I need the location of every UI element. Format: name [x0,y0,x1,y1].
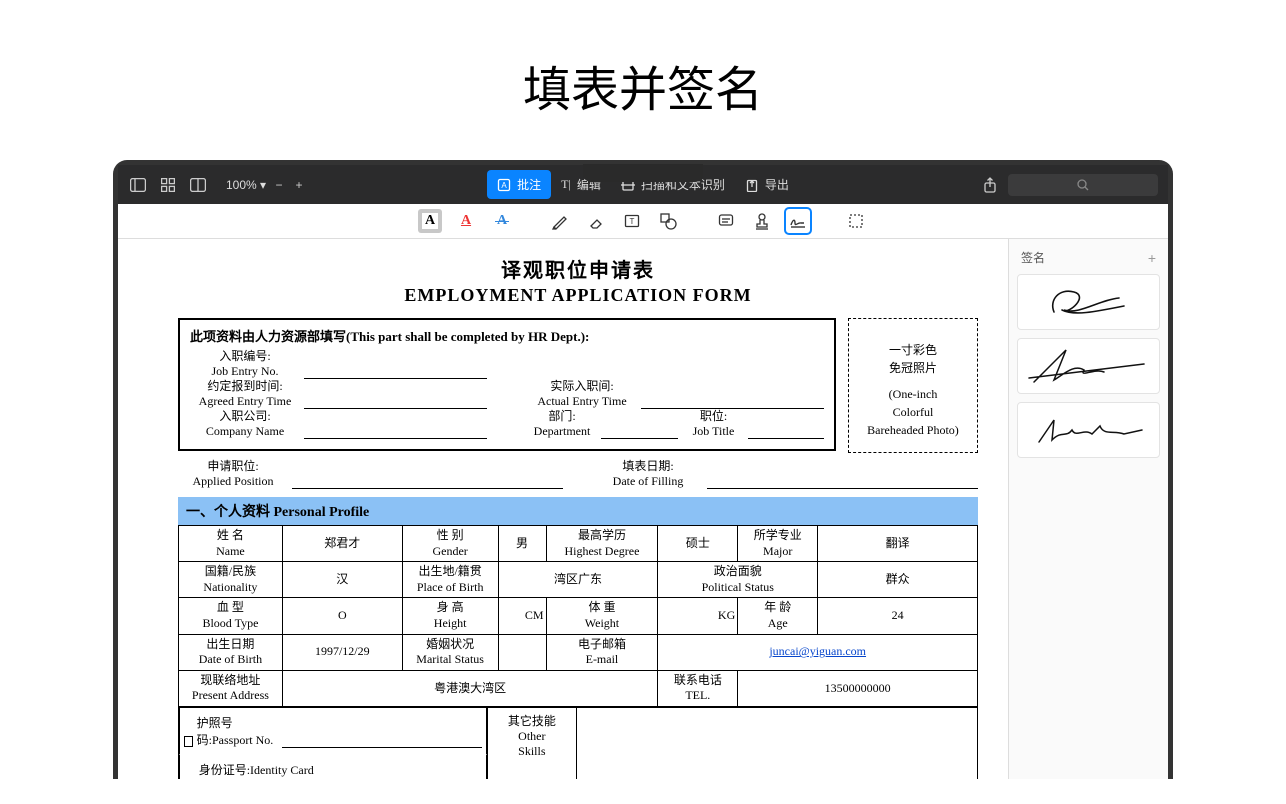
stamp-tool[interactable] [750,209,774,233]
signature-1[interactable] [1017,274,1160,330]
workspace: 译观职位申请表 EMPLOYMENT APPLICATION FORM 此项资料… [118,239,1168,779]
svg-text:A: A [501,181,507,190]
zoom-value[interactable]: 100% ▾ [226,178,266,192]
eraser-tool[interactable] [584,209,608,233]
value-political[interactable]: 群众 [818,562,978,598]
document-canvas[interactable]: 译观职位申请表 EMPLOYMENT APPLICATION FORM 此项资料… [118,239,1008,779]
value-nationality[interactable]: 汉 [282,562,402,598]
value-blood[interactable]: O [282,598,402,634]
value-weight[interactable]: KG [658,598,738,634]
value-major[interactable]: 翻译 [818,526,978,562]
select-area-tool[interactable] [844,209,868,233]
shape-tool[interactable] [656,209,680,233]
pen-tool[interactable] [548,209,572,233]
photo-placeholder[interactable]: 一寸彩色 免冠照片 (One-inch Colorful Bareheaded … [848,318,978,453]
other-skills-value[interactable] [577,707,978,779]
passport-row[interactable]: 护照号码:Passport No. [179,708,487,754]
value-height[interactable]: CM [498,598,546,634]
value-email[interactable]: juncai@yiguan.com [658,634,978,670]
value-name[interactable]: 郑君才 [282,526,402,562]
note-tool[interactable] [714,209,738,233]
highlight-text-tool[interactable]: A [418,209,442,233]
hr-box-title: 此项资料由人力资源部填写(This part shall be complete… [190,326,824,345]
zoom-in-button[interactable]: + [292,175,306,195]
tab-annotate[interactable]: A 批注 [487,170,551,199]
annotation-toolbar: A A A T [118,204,1168,239]
device-frame: 100% ▾ − + A 批注 T| 编辑 扫描和文本识别 导出 [113,160,1173,779]
hr-info-box: 此项资料由人力资源部填写(This part shall be complete… [178,318,836,451]
value-age[interactable]: 24 [818,598,978,634]
passport-checkbox[interactable] [184,736,193,747]
svg-text:T: T [630,217,635,226]
other-skills-label: 其它技能 Other Skills [487,707,577,779]
section-personal-profile: 一、个人资料 Personal Profile [178,497,978,525]
signature-3[interactable] [1017,402,1160,458]
value-birthplace[interactable]: 湾区广东 [498,562,658,598]
doc-title-en: EMPLOYMENT APPLICATION FORM [178,285,978,306]
grid-view-icon[interactable] [158,175,178,195]
search-input[interactable] [1008,174,1158,196]
zoom-control: 100% ▾ − + [226,175,306,195]
strikethrough-tool[interactable]: A [490,209,514,233]
split-view-icon[interactable] [188,175,208,195]
zoom-out-button[interactable]: − [272,175,286,195]
value-tel[interactable]: 13500000000 [738,670,978,706]
personal-profile-table: 姓 名Name 郑君才 性 别Gender 男 最高学历Highest Degr… [178,525,978,707]
underline-tool[interactable]: A [454,209,478,233]
tab-export[interactable]: 导出 [735,170,799,199]
value-degree[interactable]: 硕士 [658,526,738,562]
textbox-tool[interactable]: T [620,209,644,233]
signature-2[interactable] [1017,338,1160,394]
notch [583,164,703,182]
sidebar-toggle-icon[interactable] [128,175,148,195]
share-icon[interactable] [980,175,1000,195]
page-heading: 填表并签名 [0,0,1286,160]
signature-tool[interactable] [786,209,810,233]
value-dob[interactable]: 1997/12/29 [282,634,402,670]
doc-title-cn: 译观职位申请表 [178,254,978,283]
idcard-row[interactable]: 身份证号:Identity Card No. 12345678901234543… [179,754,487,779]
signature-panel-title: 签名 [1021,249,1045,266]
value-address[interactable]: 粤港澳大湾区 [282,670,658,706]
value-marital[interactable] [498,634,546,670]
add-signature-button[interactable]: + [1148,250,1156,266]
signature-panel: 签名 + [1008,239,1168,779]
search-icon [1077,179,1089,191]
value-gender[interactable]: 男 [498,526,546,562]
